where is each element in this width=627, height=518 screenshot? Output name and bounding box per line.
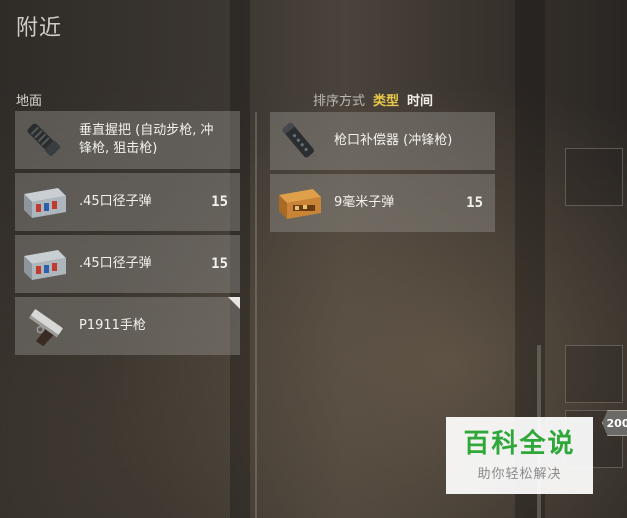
vertical-grip-icon [15, 111, 73, 169]
item-count: 15 [211, 194, 228, 210]
sort-by-type-button[interactable]: 类型 [373, 90, 399, 109]
watermark: 百科全说 助你轻松解决 [446, 417, 593, 494]
inventory-item-list: 枪口补偿器 (冲锋枪) 9毫米子弹 15 [270, 112, 495, 232]
item-count: 15 [211, 256, 228, 272]
45-ammo-box-icon [15, 235, 73, 293]
list-item[interactable]: .45口径子弹 15 [15, 173, 240, 231]
item-name: .45口径子弹 [79, 256, 152, 271]
item-name: P1911手枪 [79, 318, 146, 333]
page-title: 附近 [16, 16, 63, 41]
compensator-icon [270, 112, 328, 170]
panel-divider [255, 112, 257, 518]
sort-prefix-label: 排序方式 [313, 94, 366, 109]
sort-by-time-button[interactable]: 时间 [407, 90, 433, 109]
list-item[interactable]: .45口径子弹 15 [15, 235, 240, 293]
item-name: 9毫米子弹 [334, 195, 395, 210]
list-item[interactable]: P1911手枪 [15, 297, 240, 355]
new-item-corner-marker [228, 297, 240, 309]
item-name: 垂直握把 (自动步枪, 冲锋枪, 狙击枪) [79, 123, 214, 156]
45-ammo-box-icon [15, 173, 73, 231]
list-item[interactable]: 9毫米子弹 15 [270, 174, 495, 232]
watermark-title: 百科全说 [463, 429, 576, 459]
item-name: 枪口补偿器 (冲锋枪) [334, 133, 453, 148]
p1911-pistol-icon [15, 297, 73, 355]
ground-section-label: 地面 [16, 94, 43, 109]
list-item[interactable]: 垂直握把 (自动步枪, 冲锋枪, 狙击枪) [15, 111, 240, 169]
list-item[interactable]: 枪口补偿器 (冲锋枪) [270, 112, 495, 170]
sort-bar: 排序方式 类型 时间 [313, 90, 433, 109]
item-name: .45口径子弹 [79, 194, 152, 209]
equipment-slot[interactable] [565, 148, 623, 206]
ground-item-list: 垂直握把 (自动步枪, 冲锋枪, 狙击枪) .45口径子弹 15 .45口径子弹… [15, 111, 240, 355]
equipment-slot[interactable] [565, 345, 623, 403]
9mm-ammo-box-icon [270, 174, 328, 232]
item-count: 15 [466, 195, 483, 211]
watermark-subtitle: 助你轻松解决 [477, 467, 562, 482]
